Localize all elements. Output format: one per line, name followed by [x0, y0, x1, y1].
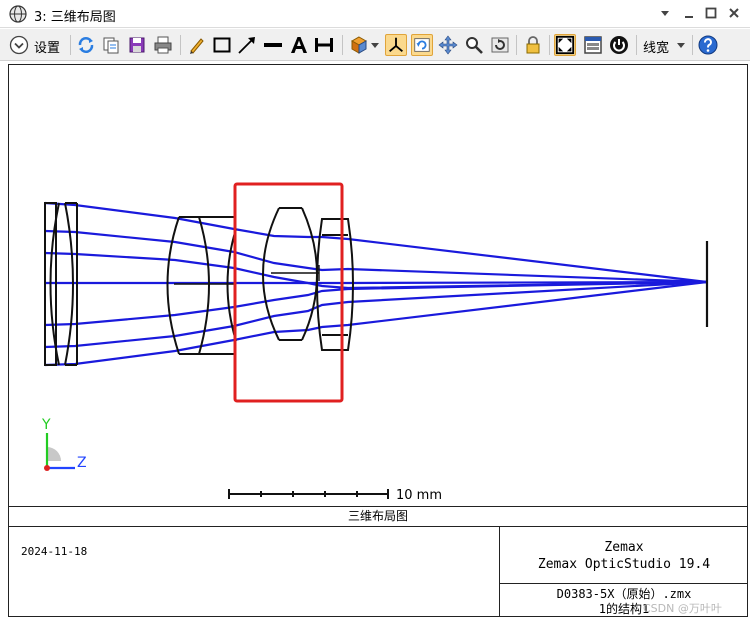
print-button[interactable] — [152, 34, 174, 56]
rotate-icon — [414, 38, 430, 52]
ray-top-chief — [44, 229, 708, 284]
axes-icon — [389, 37, 403, 53]
toolbar-separator — [180, 35, 181, 55]
ray-bottom-lower — [44, 280, 708, 367]
settings-button[interactable] — [8, 34, 30, 56]
window-title-bar: 3: 三维布局图 — [0, 0, 750, 28]
toolbar: 设置 线宽 — [0, 29, 750, 61]
title-block-caption: 三维布局图 — [9, 507, 747, 527]
pan-button[interactable] — [437, 34, 459, 56]
save-icon — [129, 37, 145, 53]
watermark: CSDN @万叶叶 — [643, 602, 722, 615]
axis-triad: Y Z — [41, 417, 87, 471]
vendor-name: Zemax — [604, 540, 644, 555]
copy-button[interactable] — [100, 34, 122, 56]
toolbar-separator — [692, 35, 693, 55]
help-button[interactable] — [697, 34, 719, 56]
dropdown-arrow-icon[interactable] — [371, 43, 379, 49]
lens-group-2 — [166, 216, 237, 355]
window-title: 3: 三维布局图 — [34, 10, 116, 25]
product-name: Zemax OpticStudio 19.4 — [537, 557, 711, 572]
linewidth-dropdown[interactable]: 线宽 — [643, 37, 669, 56]
zoom-icon — [466, 37, 483, 54]
lens-group-3 — [262, 207, 320, 341]
print-icon — [154, 36, 172, 54]
toolbar-separator — [516, 35, 517, 55]
rotate-button[interactable] — [411, 34, 433, 56]
chevron-down-circle-icon — [9, 35, 29, 55]
dimension-button[interactable] — [313, 34, 335, 56]
refresh-icon — [78, 37, 94, 53]
maximize-icon[interactable] — [702, 4, 720, 22]
axes-button[interactable] — [385, 34, 407, 56]
close-icon[interactable] — [725, 4, 743, 22]
pencil-button[interactable] — [186, 34, 208, 56]
lock-icon — [526, 36, 540, 54]
pencil-icon — [190, 38, 204, 54]
highlight-box — [233, 182, 344, 403]
layout-drawing[interactable]: Y Z 10 mm — [9, 65, 747, 506]
dimension-icon — [315, 38, 333, 52]
title-block: 三维布局图 2024-11-18 Zemax Zemax OpticStudio… — [9, 506, 748, 617]
help-icon — [698, 35, 718, 55]
layout-frame: Y Z 10 mm 三维布局图 2024-11-18 Zemax Zemax O… — [8, 64, 748, 617]
power-icon — [610, 36, 628, 54]
scale-bar-label: 10 mm — [396, 488, 442, 503]
refresh-button[interactable] — [75, 34, 97, 56]
reset-view-button[interactable] — [489, 34, 511, 56]
zoom-button[interactable] — [463, 34, 485, 56]
toolbar-separator — [636, 35, 637, 55]
rectangle-button[interactable] — [211, 34, 233, 56]
text-icon — [291, 37, 307, 53]
linewidth-dropdown-arrow-icon[interactable] — [677, 43, 685, 49]
lock-button[interactable] — [522, 34, 544, 56]
reset-view-icon — [491, 37, 509, 53]
toolbar-separator — [549, 35, 550, 55]
ray-bottom-chief — [44, 280, 708, 349]
settings-label[interactable]: 设置 — [34, 37, 60, 56]
text-button[interactable] — [288, 34, 310, 56]
toolbar-separator — [342, 35, 343, 55]
arrow-button[interactable] — [236, 34, 258, 56]
minimize-icon[interactable] — [680, 4, 698, 22]
pan-icon — [438, 35, 458, 55]
save-button[interactable] — [126, 34, 148, 56]
globe-app-icon — [9, 5, 27, 23]
axis-y-label: Y — [41, 417, 51, 433]
ray-bundle — [44, 201, 708, 367]
rectangle-icon — [213, 37, 231, 53]
power-button[interactable] — [608, 34, 630, 56]
arrow-icon — [238, 37, 255, 54]
fit-button[interactable] — [554, 34, 576, 56]
fit-icon — [555, 35, 575, 55]
title-block-date: 2024-11-18 — [21, 545, 88, 558]
toolbar-separator — [70, 35, 71, 55]
rotate-view-button[interactable] — [348, 34, 370, 56]
title-block-vendor: Zemax Zemax OpticStudio 19.4 — [500, 539, 748, 573]
window-icon — [584, 36, 602, 54]
line-button[interactable] — [262, 34, 284, 56]
window-menu-dropdown-icon[interactable] — [656, 4, 674, 22]
copy-icon — [103, 37, 119, 54]
line-icon — [264, 43, 282, 47]
rotate-view-icon — [350, 36, 368, 54]
axis-z-label: Z — [77, 455, 87, 471]
window-button[interactable] — [582, 34, 604, 56]
scale-bar — [228, 489, 389, 499]
